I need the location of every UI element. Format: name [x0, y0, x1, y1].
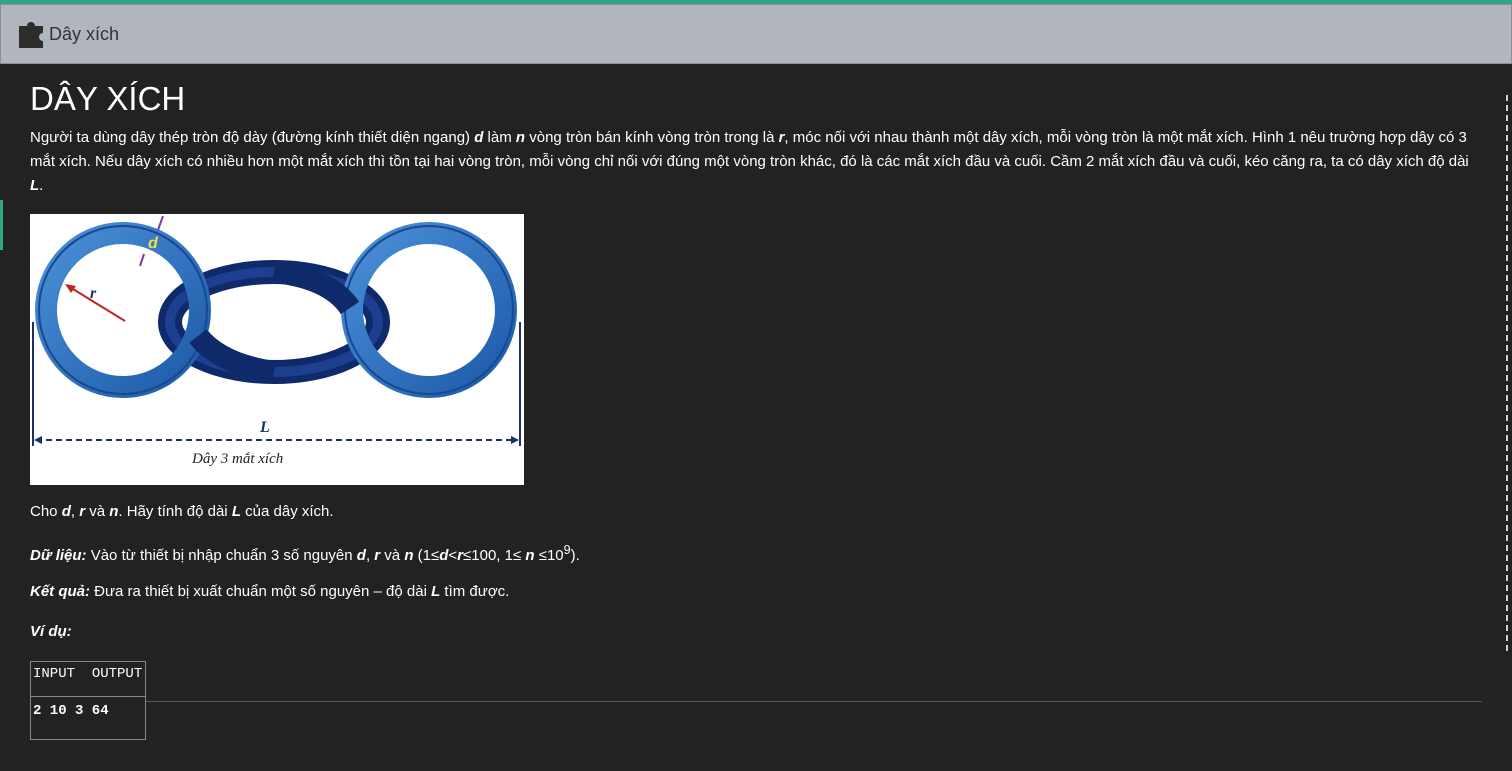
table-header-cell: INPUT OUTPUT: [30, 661, 146, 697]
header-output: OUTPUT: [91, 666, 143, 682]
table-cell: 2 10 3 64: [30, 696, 146, 740]
var-n: n: [525, 547, 535, 564]
var-d: d: [356, 547, 366, 564]
table-row: INPUT OUTPUT: [30, 661, 146, 697]
spec-text: <: [448, 547, 458, 564]
problem-header-bar: Dây xích: [0, 4, 1512, 64]
spec-text: tìm được.: [440, 583, 510, 600]
input-spec-label: Dữ liệu:: [30, 547, 87, 564]
figure-label-r: r: [90, 285, 97, 302]
intro-text: .: [39, 177, 44, 194]
intro-text: Người ta dùng dây thép tròn độ dày (đườn…: [30, 129, 475, 146]
var-d: d: [61, 503, 71, 520]
left-accent-marker: [0, 200, 3, 250]
task-text: ,: [70, 503, 80, 520]
problem-content: DÂY XÍCH Người ta dùng dây thép tròn độ …: [30, 78, 1482, 740]
figure-label-d: d: [148, 235, 159, 252]
table-row: 2 10 3 64: [30, 696, 146, 740]
spec-text: (1≤: [413, 547, 440, 564]
task-statement: Cho d, r và n. Hãy tính độ dài L của dây…: [30, 503, 334, 520]
intro-text: vòng tròn bán kính vòng tròn trong là: [525, 129, 779, 146]
task-text: . Hãy tính độ dài: [118, 503, 232, 520]
header-input: INPUT: [33, 666, 76, 682]
right-dashed-border: [1506, 95, 1510, 651]
header-title: Dây xích: [49, 23, 120, 44]
spec-text: và: [380, 547, 405, 564]
chain-figure: d r L Dây 3 mắt xích: [30, 214, 524, 485]
sample-table: INPUT OUTPUT 2 10 3 64: [30, 661, 146, 740]
var-L: L: [30, 177, 40, 194]
problem-intro: Người ta dùng dây thép tròn độ dày (đườn…: [30, 126, 1482, 198]
var-n: n: [515, 129, 526, 146]
intro-text: làm: [483, 129, 516, 146]
task-text: của dây xích.: [240, 503, 334, 520]
spec-text: ≤100, 1≤: [463, 547, 526, 564]
input-spec: Dữ liệu: Vào từ thiết bị nhập chuẩn 3 số…: [30, 543, 580, 564]
task-text: Cho: [30, 503, 62, 520]
spec-text: Vào từ thiết bị nhập chuẩn 3 số nguyên: [86, 547, 357, 564]
spec-text: ).: [570, 547, 580, 564]
spec-text: Đưa ra thiết bị xuất chuẩn một số nguyên…: [90, 583, 432, 600]
spec-text: ≤10: [534, 547, 564, 564]
var-L: L: [231, 503, 241, 520]
var-n: n: [404, 547, 414, 564]
puzzle-piece-icon: [19, 22, 43, 48]
divider-line: [146, 701, 1482, 702]
example-label: Ví dụ:: [30, 623, 72, 640]
exponent: 9: [563, 543, 571, 557]
problem-title: DÂY XÍCH: [30, 80, 186, 117]
output-spec: Kết quả: Đưa ra thiết bị xuất chuẩn một …: [30, 583, 509, 600]
task-text: và: [85, 503, 110, 520]
chain-illustration: d r L Dây 3 mắt xích: [32, 215, 521, 467]
figure-caption: Dây 3 mắt xích: [191, 451, 283, 467]
output-spec-label: Kết quả:: [30, 583, 90, 600]
var-L: L: [431, 583, 441, 600]
figure-label-L: L: [259, 419, 270, 436]
var-d: d: [474, 129, 484, 146]
